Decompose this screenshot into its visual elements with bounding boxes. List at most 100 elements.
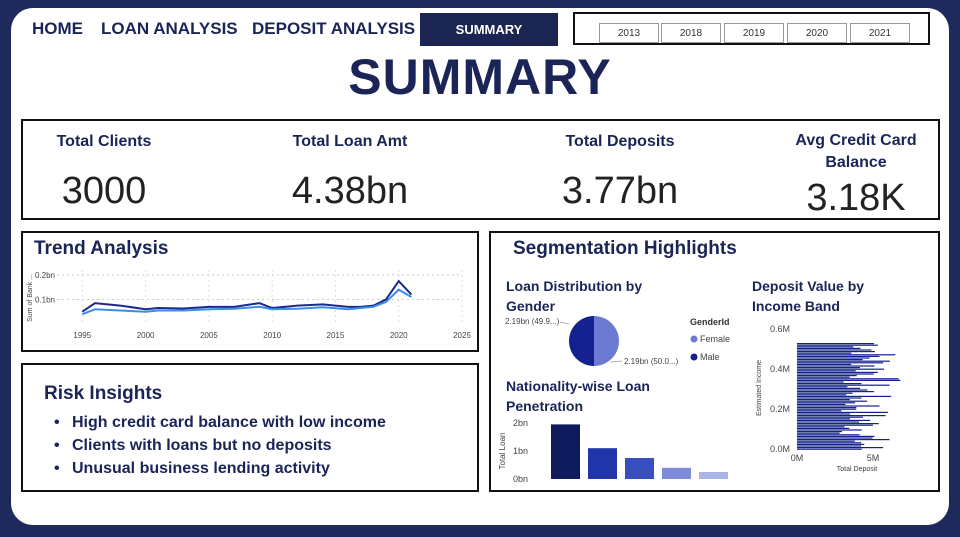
income-bar [797,408,857,410]
income-bar [797,367,860,369]
income-bar [797,400,868,402]
legend-marker-male [690,353,698,361]
nav-home[interactable]: HOME [32,19,83,39]
income-bar [797,357,870,359]
nationality-chart-title: Nationality-wise Loan Penetration [506,378,650,414]
income-bar [797,439,890,441]
income-bar [797,389,868,391]
income-bar [797,392,853,394]
income-bar [797,394,847,396]
income-bar [797,432,840,434]
income-bar [797,443,865,445]
year-button[interactable]: 2019 [724,23,784,43]
nav-loan-analysis[interactable]: LOAN ANALYSIS [101,19,238,39]
income-bar [797,442,862,444]
year-button[interactable]: 2013 [599,23,659,43]
income-bar [797,386,848,388]
nationality-bar [662,467,691,479]
income-bar [797,384,890,386]
legend-label: Male [700,352,720,362]
y-tick-label: 0.6M [770,324,790,334]
income-bar [797,371,878,373]
income-bar [797,434,860,436]
income-bar [797,405,880,407]
nationality-bar [699,472,728,479]
kpi-value: 3.18K [806,177,906,219]
income-bar [797,395,892,397]
nav-summary[interactable]: SUMMARY [420,13,558,46]
nationality-bar [625,458,654,479]
income-bar [797,363,852,365]
y-tick-label: 0.1bn [35,295,55,304]
y-tick-label: 2bn [513,418,528,428]
year-slicer: 2013 2018 2019 2020 2021 [573,12,930,45]
nationality-bar-chart: 2bn 1bn 0bn Total Loan [498,418,728,484]
income-bar [797,376,850,378]
income-bar [797,399,850,401]
x-tick-label: 5M [867,453,880,463]
income-bar [797,445,862,447]
income-bar [797,355,880,357]
legend-title: GenderId [690,317,730,327]
x-tick-label: 2025 [453,331,471,340]
income-bar [797,370,856,372]
income-bar [797,413,851,415]
income-bar [797,360,890,362]
gender-pie-chart: 2.19bn (49.9...) 2.19bn (50.0...) GenderId… [505,316,730,366]
income-bar [797,423,879,425]
kpi-value: 3000 [61,170,147,212]
income-bar [797,365,875,367]
income-bar [797,410,842,412]
income-bar [797,403,846,405]
income-bar [797,359,863,361]
x-tick-label: 2000 [137,331,155,340]
income-bar [797,346,854,348]
segmentation-title: Segmentation Highlights [513,238,737,259]
income-bar [797,343,874,345]
x-tick-label: 2005 [200,331,218,340]
income-bar [797,352,852,354]
y-tick-label: 0.4M [770,364,790,374]
pie-data-label: 2.19bn (49.9...) [505,317,560,326]
income-bar [797,424,873,426]
income-bar [797,375,857,377]
y-axis-label: Sum of Bank ... [27,274,34,322]
nav-deposit-analysis[interactable]: DEPOSIT ANALYSIS [252,19,415,39]
trend-series-line [81,288,412,316]
nationality-bar [551,424,580,479]
gender-chart-title: Loan Distribution by Gender [506,278,643,314]
income-bar [797,373,874,375]
y-tick-label: 0.0M [770,444,790,454]
income-bar [797,379,901,381]
income-bar [797,391,874,393]
legend-marker-female [690,335,698,343]
kpi-value: 3.77bn [561,170,679,212]
risk-item: Clients with loans but no deposits [54,437,332,455]
income-bar [797,426,845,428]
x-tick-label: 2010 [263,331,281,340]
kpi-label: Total Loan Amt [292,133,408,150]
page-title: SUMMARY [348,49,612,105]
y-tick-label: 1bn [513,446,528,456]
leader-line [609,360,623,363]
year-button[interactable]: 2021 [850,23,910,43]
kpi-label: Avg Credit Card Balance [795,132,917,171]
income-bar [797,447,884,449]
pie-slice-female [594,316,619,366]
income-bar [797,347,861,349]
y-axis-label: Estimated Income [756,360,763,416]
income-bar [797,427,850,429]
year-button[interactable]: 2020 [787,23,847,43]
kpi-value: 4.38bn [291,170,409,212]
y-tick-label: 0.2bn [35,271,55,280]
year-button[interactable]: 2018 [661,23,721,43]
income-bar [797,349,872,351]
income-bar [797,440,855,442]
kpi-label: Total Clients [56,133,152,150]
income-bar [797,383,862,385]
income-bar [797,448,862,450]
risk-item: High credit card balance with low income [54,414,386,432]
leader-line [559,321,570,325]
pie-data-label: 2.19bn (50.0...) [624,357,679,366]
income-bar [797,411,888,413]
